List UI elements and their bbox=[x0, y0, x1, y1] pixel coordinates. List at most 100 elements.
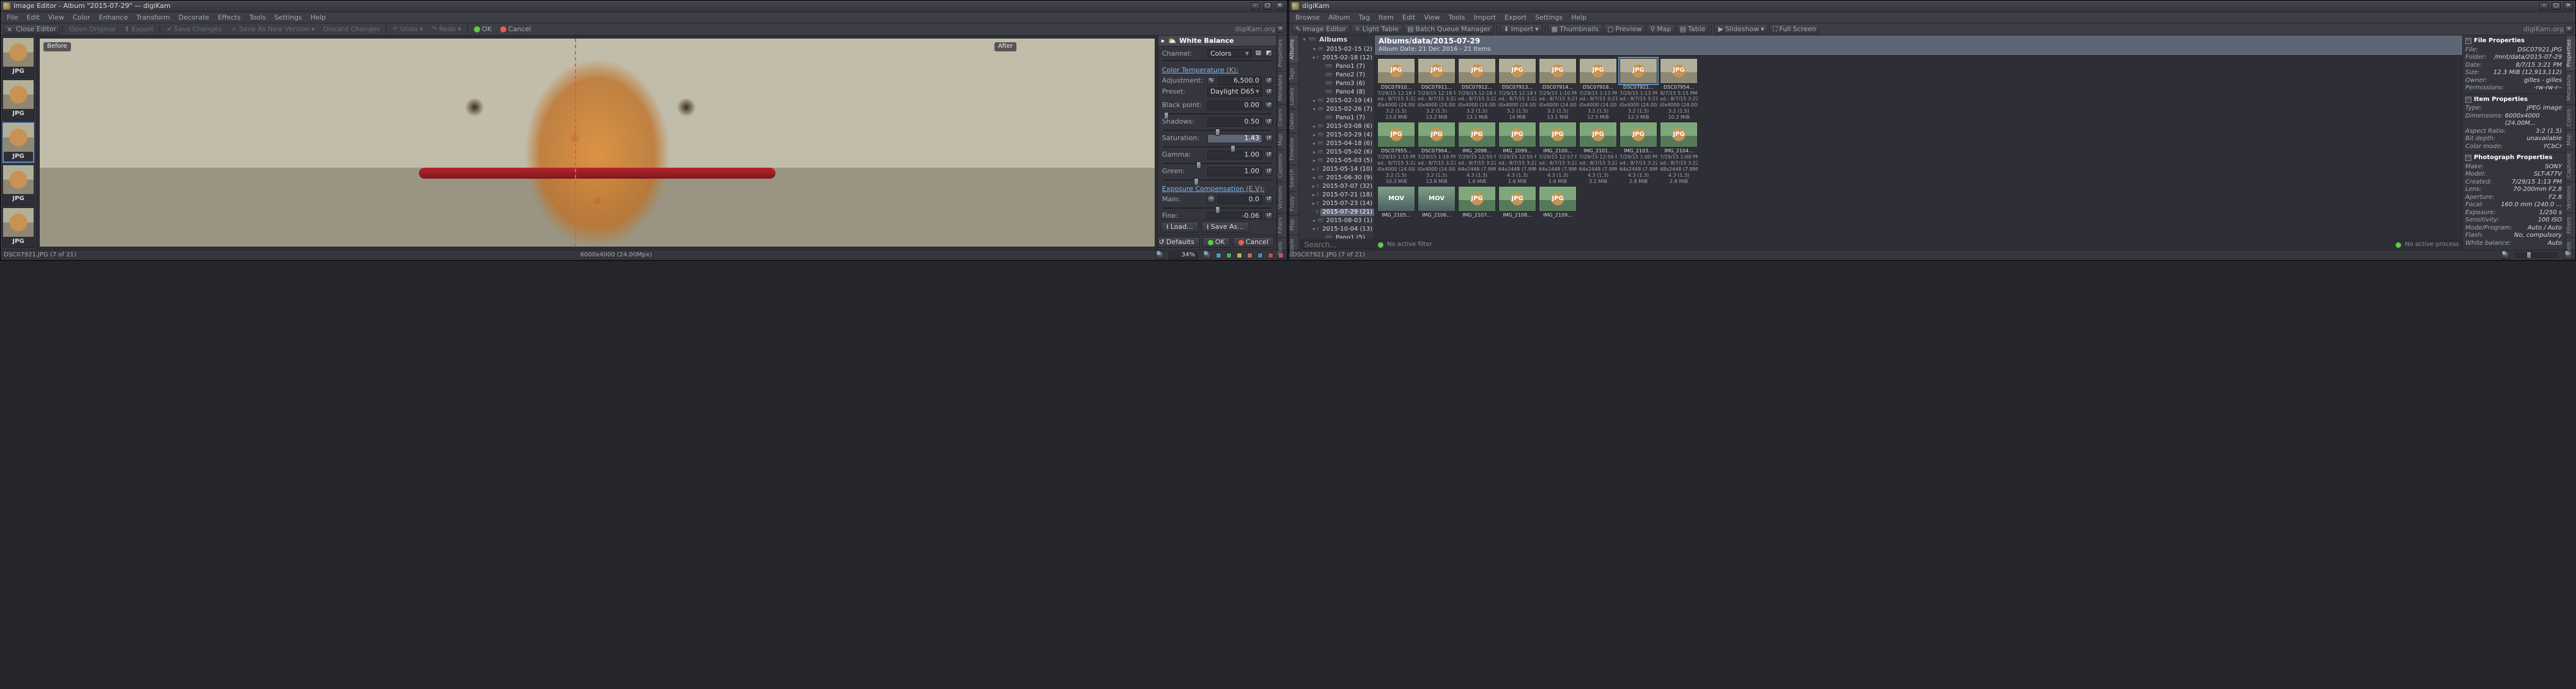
thumbnail-item[interactable]: JPGIMG_2109... bbox=[1539, 186, 1577, 218]
main-reset[interactable]: ↺ bbox=[1265, 196, 1273, 204]
thumbnail-item[interactable]: MOVIMG_2106... bbox=[1418, 186, 1456, 218]
fullscreen-button[interactable]: ⛶ Full Screen bbox=[1769, 24, 1820, 35]
tree-node[interactable]: ▸2015-07-23 (14) bbox=[1299, 199, 1374, 208]
side-tab-colors[interactable]: Colors bbox=[2566, 105, 2575, 130]
menu-file[interactable]: File bbox=[2, 12, 22, 23]
tree-node[interactable]: ▸2015-02-19 (4) bbox=[1299, 97, 1374, 105]
preset-reset[interactable]: ↺ bbox=[1265, 88, 1273, 96]
tree-node[interactable]: ▾2015-02-26 (7) bbox=[1299, 105, 1374, 114]
tree-node[interactable]: Pano1 (7) bbox=[1299, 62, 1374, 71]
preview-mode-1[interactable] bbox=[1216, 253, 1221, 258]
maximize-button[interactable]: ▢ bbox=[2552, 2, 2561, 10]
minimize-button[interactable]: – bbox=[1251, 2, 1260, 10]
thumbnail-item[interactable]: JPGDSC07964...7/29/15 1:18 PMxd.: 8/7/15… bbox=[1418, 122, 1456, 184]
ok-button[interactable]: OK bbox=[470, 24, 495, 35]
editor-thumb[interactable]: JPG bbox=[2, 37, 34, 78]
tree-node[interactable]: Pano3 (6) bbox=[1299, 80, 1374, 88]
map-view-button[interactable]: ⚲ Map bbox=[1646, 24, 1675, 35]
side-tab-dates[interactable]: Dates bbox=[1289, 110, 1298, 133]
editor-thumb[interactable]: JPG bbox=[2, 122, 34, 163]
green-spin[interactable]: 1.00 bbox=[1207, 167, 1262, 176]
toolbar-menu-button[interactable]: » bbox=[2565, 25, 2573, 33]
tree-node[interactable]: ▾2015-02-15 (2) bbox=[1299, 45, 1374, 54]
side-tab-search[interactable]: Search bbox=[1289, 165, 1298, 192]
redo-button[interactable]: ↷ Redo ▾ bbox=[428, 24, 465, 35]
maximize-button[interactable]: ▢ bbox=[1263, 2, 1272, 10]
side-tab-captions[interactable]: Captions bbox=[1278, 150, 1287, 182]
tree-node[interactable]: ▸2015-06-30 (9) bbox=[1299, 174, 1374, 182]
save-changes-button[interactable]: ✔ Save Changes bbox=[163, 24, 226, 35]
menu-item[interactable]: Item bbox=[1374, 12, 1398, 23]
tree-node[interactable]: ▸2015-03-29 (4) bbox=[1299, 131, 1374, 140]
close-editor-button[interactable]: ✕Close Editor bbox=[3, 24, 60, 35]
side-tab-properties[interactable]: Properties bbox=[1278, 35, 1287, 71]
menu-tag[interactable]: Tag bbox=[1354, 12, 1374, 23]
import-button[interactable]: ⬇ Import ▾ bbox=[1500, 24, 1542, 35]
item-properties-heading[interactable]: Item Properties bbox=[2465, 96, 2563, 104]
tree-root[interactable]: ▾Albums bbox=[1299, 35, 1374, 44]
side-tab-tools[interactable]: Tools bbox=[1278, 238, 1287, 259]
tree-node[interactable]: ▾2015-10-04 (13) bbox=[1299, 225, 1374, 234]
black-point-spin[interactable]: 0.00 bbox=[1207, 101, 1262, 110]
export-button[interactable]: ⬆ Export bbox=[120, 24, 157, 35]
panel-ok-button[interactable]: OK bbox=[1202, 237, 1231, 248]
side-tab-captions[interactable]: Captions bbox=[2566, 150, 2575, 182]
menu-tools[interactable]: Tools bbox=[1444, 12, 1469, 23]
menu-transform[interactable]: Transform bbox=[132, 12, 174, 23]
preview-mode-6[interactable] bbox=[1268, 253, 1273, 258]
zoom-slider[interactable] bbox=[2515, 253, 2558, 258]
tree-node[interactable]: Pano4 (8) bbox=[1299, 88, 1374, 97]
menu-edit[interactable]: Edit bbox=[22, 12, 43, 23]
minimize-button[interactable]: – bbox=[2539, 2, 2548, 10]
gamma-reset[interactable]: ↺ bbox=[1265, 151, 1273, 159]
thumbnail-item[interactable]: JPGIMG_2101...7/29/15 12:59 PMxd.: 8/7/1… bbox=[1579, 122, 1617, 184]
batch-queue-button[interactable]: ▤ Batch Queue Manager bbox=[1404, 24, 1494, 35]
log-scale-button[interactable]: ◩ bbox=[1265, 50, 1273, 58]
tree-node[interactable]: ▸2015-05-03 (5) bbox=[1299, 157, 1374, 165]
side-tab-tags[interactable]: Tags bbox=[1289, 64, 1298, 84]
menu-help[interactable]: Help bbox=[306, 12, 330, 23]
preview-mode-4[interactable] bbox=[1247, 253, 1253, 258]
tree-node[interactable]: ▸2015-03-08 (6) bbox=[1299, 122, 1374, 131]
save-as-button[interactable]: ⭳ Save As... bbox=[1201, 222, 1249, 233]
green-reset[interactable]: ↺ bbox=[1265, 168, 1273, 176]
thumbnail-item[interactable]: JPGDSC07914...7/29/15 1:10 PMxd.: 8/7/15… bbox=[1539, 58, 1577, 121]
toolbar-menu-button[interactable]: » bbox=[1276, 25, 1284, 33]
thumbnail-item[interactable]: JPGIMG_2099...7/29/15 12:55 PMxd.: 8/7/1… bbox=[1498, 122, 1536, 184]
menu-effects[interactable]: Effects bbox=[213, 12, 245, 23]
editor-thumb[interactable]: JPG bbox=[2, 207, 34, 248]
brand-link[interactable]: digiKam.org bbox=[2523, 25, 2564, 34]
thumbnail-item[interactable]: MOVIMG_2105... bbox=[1377, 186, 1415, 218]
tree-node[interactable]: 2015-07-29 (21) bbox=[1299, 208, 1374, 217]
tree-node[interactable]: Pano1 (7) bbox=[1299, 114, 1374, 122]
fine-reset[interactable]: ↺ bbox=[1265, 212, 1273, 220]
main-slider[interactable] bbox=[1163, 207, 1271, 209]
side-tab-versions[interactable]: Versions bbox=[1278, 182, 1287, 214]
menu-browse[interactable]: Browse bbox=[1291, 12, 1324, 23]
tree-node[interactable]: ▸2015-05-14 (10) bbox=[1299, 165, 1374, 174]
side-tab-filters[interactable]: Filters bbox=[1278, 214, 1287, 238]
side-tab-fuzzy[interactable]: Fuzzy bbox=[1289, 192, 1298, 215]
zoom-out-button[interactable]: 🔍 bbox=[2501, 251, 2509, 259]
panel-cancel-button[interactable]: Cancel bbox=[1233, 237, 1274, 248]
zoom-out-button[interactable]: 🔍 bbox=[1156, 251, 1164, 259]
slideshow-button[interactable]: ▶ Slideshow ▾ bbox=[1714, 24, 1767, 35]
menu-color[interactable]: Color bbox=[68, 12, 95, 23]
thumbnail-item[interactable]: JPGDSC07921...7/29/15 1:13 PMxd.: 8/7/15… bbox=[1619, 58, 1657, 121]
gamma-slider[interactable] bbox=[1163, 163, 1271, 164]
table-view-button[interactable]: ▤ Table bbox=[1676, 24, 1709, 35]
preview-mode-5[interactable] bbox=[1257, 253, 1263, 258]
menu-tools[interactable]: Tools bbox=[245, 12, 270, 23]
close-window-button[interactable]: ✕ bbox=[2564, 2, 2573, 10]
thumbnails-view-button[interactable]: ▦ Thumbnails bbox=[1548, 24, 1602, 35]
light-table-button[interactable]: ☼ Light Table bbox=[1351, 24, 1402, 35]
side-tab-metadata[interactable]: Metadata bbox=[2566, 71, 2575, 105]
menu-export[interactable]: Export bbox=[1500, 12, 1531, 23]
side-tab-colors[interactable]: Colors bbox=[1278, 105, 1287, 130]
auto-exposure-button[interactable]: Ⓐ bbox=[1207, 196, 1215, 204]
editor-thumb[interactable]: JPG bbox=[2, 165, 34, 205]
thumbnail-item[interactable]: JPGDSC07954...8/7/15 5:15 PMxd.: 8/7/15 … bbox=[1660, 58, 1698, 121]
side-tab-labels[interactable]: Labels bbox=[1289, 84, 1298, 110]
channel-combo[interactable]: Colors▼ bbox=[1207, 49, 1252, 58]
thumbnail-item[interactable]: JPGDSC07912...7/29/15 12:18 PMxd.: 8/7/1… bbox=[1458, 58, 1496, 121]
